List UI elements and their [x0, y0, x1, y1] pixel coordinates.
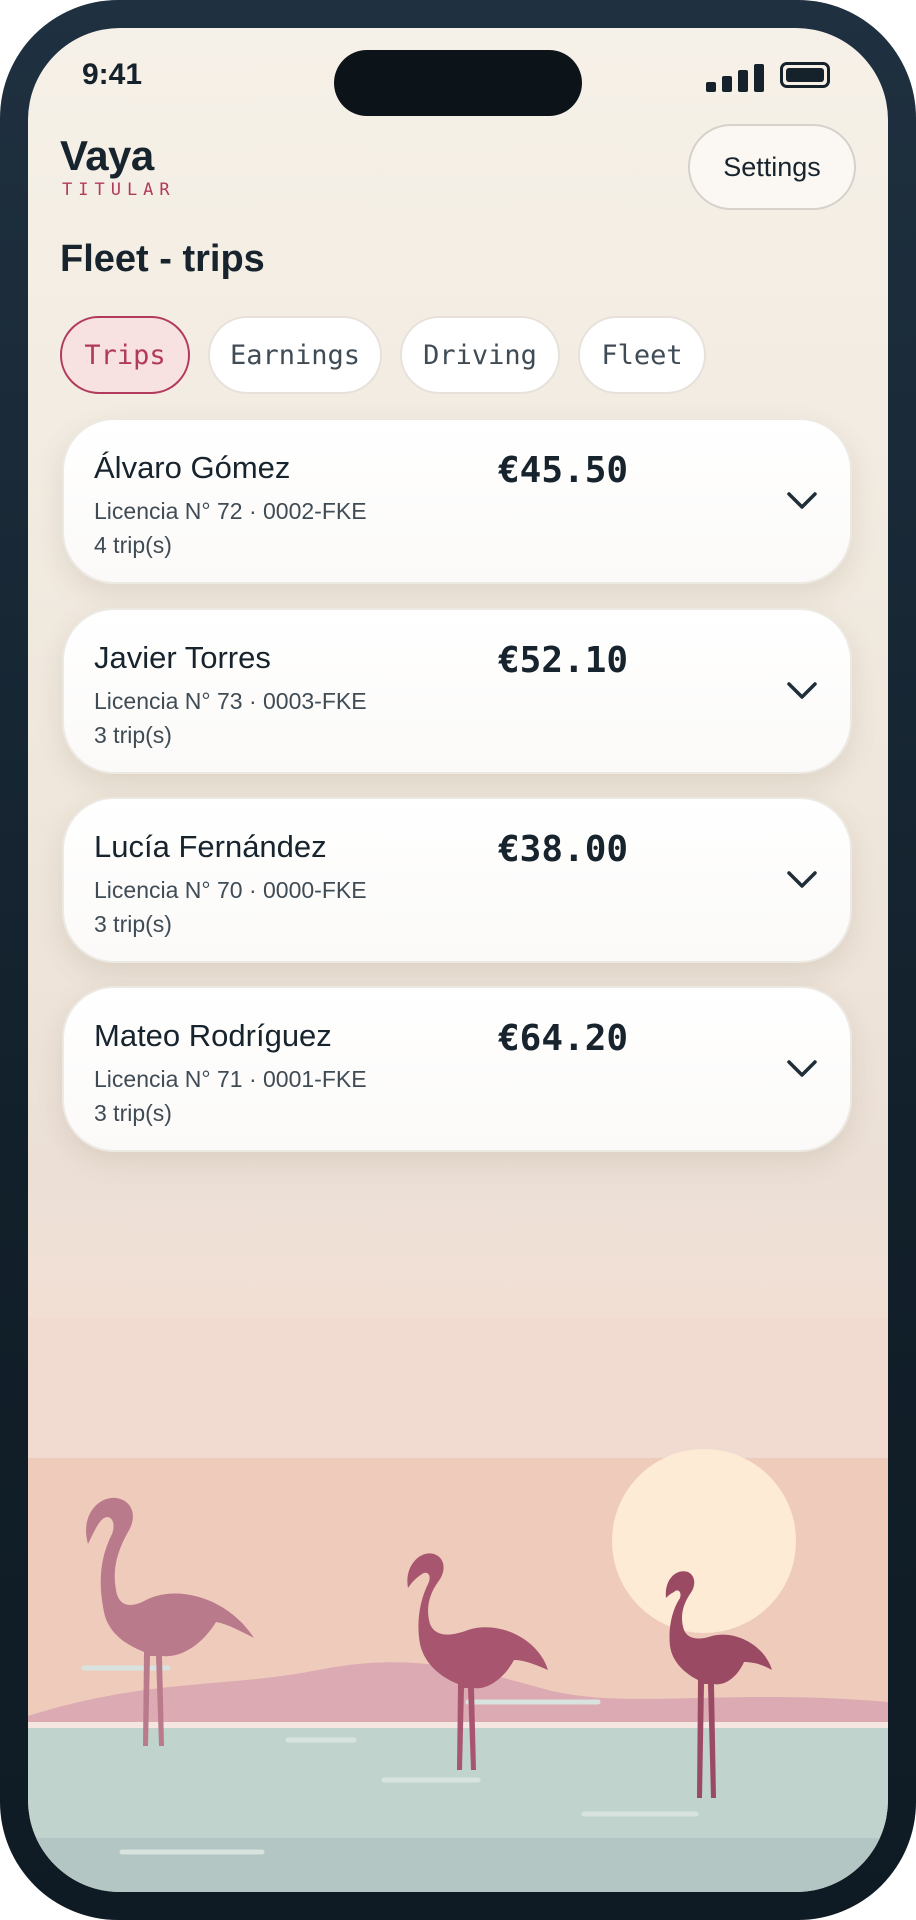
- driver-amount: €64.20: [498, 1018, 629, 1059]
- device-frame: 9:41 Vaya TITULAR Settings Fleet - trips…: [0, 0, 916, 1920]
- driver-amount: €38.00: [498, 829, 629, 870]
- signal-icon: [706, 64, 764, 92]
- driver-name: Mateo Rodríguez: [94, 1018, 332, 1053]
- driver-card[interactable]: Álvaro Gómez Licencia N° 72 · 0002-FKE 4…: [62, 418, 852, 584]
- settings-button[interactable]: Settings: [688, 124, 856, 210]
- driver-card[interactable]: Lucía Fernández Licencia N° 70 · 0000-FK…: [62, 797, 852, 963]
- app-name: Vaya: [60, 132, 154, 179]
- driver-amount: €52.10: [498, 640, 629, 681]
- driver-amount: €45.50: [498, 450, 629, 491]
- tab-fleet[interactable]: Fleet: [578, 316, 706, 394]
- sun-icon: [612, 1449, 796, 1633]
- driver-card[interactable]: Javier Torres Licencia N° 73 · 0003-FKE …: [62, 608, 852, 774]
- driver-license: Licencia N° 72 · 0002-FKE: [94, 498, 367, 524]
- chevron-down-icon[interactable]: [784, 1050, 820, 1086]
- driver-license: Licencia N° 71 · 0001-FKE: [94, 1066, 367, 1092]
- dynamic-island: [334, 50, 582, 116]
- tab-trips[interactable]: Trips: [60, 316, 190, 394]
- tab-bar: Trips Earnings Driving Fleet: [60, 316, 724, 394]
- driver-name: Lucía Fernández: [94, 829, 327, 864]
- tab-earnings[interactable]: Earnings: [208, 316, 382, 394]
- driver-trip-count: 3 trip(s): [94, 1100, 172, 1126]
- chevron-down-icon[interactable]: [784, 861, 820, 897]
- driver-trip-count: 3 trip(s): [94, 722, 172, 748]
- page-title: Fleet - trips: [60, 238, 265, 280]
- chevron-down-icon[interactable]: [784, 672, 820, 708]
- app-role: TITULAR: [62, 180, 176, 200]
- driver-license: Licencia N° 70 · 0000-FKE: [94, 877, 367, 903]
- screen: 9:41 Vaya TITULAR Settings Fleet - trips…: [28, 28, 888, 1892]
- flamingo-landscape-illustration: [28, 1318, 888, 1892]
- driver-card[interactable]: Mateo Rodríguez Licencia N° 71 · 0001-FK…: [62, 986, 852, 1152]
- battery-icon: [780, 62, 830, 88]
- status-time: 9:41: [82, 58, 143, 91]
- driver-license: Licencia N° 73 · 0003-FKE: [94, 688, 367, 714]
- chevron-down-icon[interactable]: [784, 482, 820, 518]
- driver-name: Javier Torres: [94, 640, 271, 675]
- driver-name: Álvaro Gómez: [94, 450, 291, 485]
- driver-trip-count: 4 trip(s): [94, 532, 172, 558]
- tab-driving[interactable]: Driving: [400, 316, 560, 394]
- driver-trip-count: 3 trip(s): [94, 911, 172, 937]
